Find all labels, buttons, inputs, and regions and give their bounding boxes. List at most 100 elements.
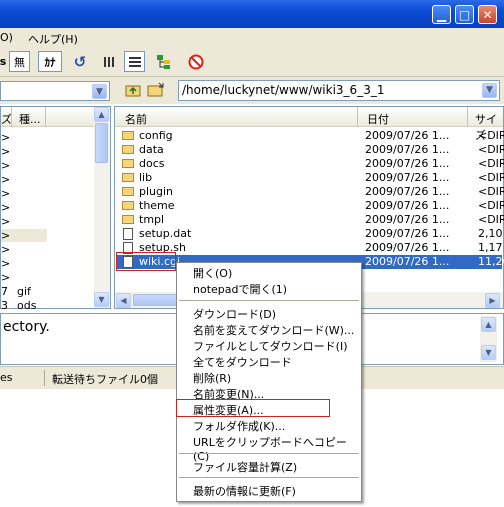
folder-icon [122, 173, 134, 182]
menu-download-all[interactable]: 全てをダウンロード [193, 354, 292, 370]
folder-icon [122, 159, 134, 168]
title-bar [0, 0, 504, 28]
menu-file-download[interactable]: ファイルとしてダウンロード(I) [193, 338, 348, 354]
local-row-size[interactable]: > [1, 145, 10, 158]
list-item[interactable]: config 2009/07/26 1... <DIR> [120, 129, 504, 143]
scroll-down-arrow-icon[interactable]: ▼ [94, 292, 109, 307]
attr-highlight-box [176, 399, 330, 417]
folder-icon [122, 215, 134, 224]
list-item[interactable]: tmpl 2009/07/26 1... <DIR> [120, 213, 504, 227]
folder-icon [122, 131, 134, 140]
list-item[interactable]: theme 2009/07/26 1... <DIR> [120, 199, 504, 213]
col-name[interactable]: 名前 [125, 111, 147, 127]
scroll-thumb[interactable] [95, 123, 108, 163]
list-item-date: 2009/07/26 1... [365, 255, 450, 268]
refresh-icon[interactable]: ↺ [72, 51, 88, 72]
toolbar: s 無 ｶﾅ ↺ [0, 48, 504, 77]
local-col-type[interactable]: 種... [19, 111, 41, 127]
menu-rename-download[interactable]: 名前を変えてダウンロード(W)... [193, 322, 354, 338]
local-path-combo[interactable]: ▼ [0, 81, 110, 101]
local-row-size[interactable]: > [1, 131, 10, 144]
list-item[interactable]: data 2009/07/26 1... <DIR> [120, 143, 504, 157]
chevron-down-icon[interactable]: ▼ [482, 83, 497, 98]
wiki-cgi-highlight-box [116, 252, 176, 271]
list-item-name: setup.dat [139, 227, 192, 240]
local-row-size[interactable]: > [1, 215, 10, 228]
menu-open[interactable]: 開く(O) [193, 265, 232, 281]
stop-icon[interactable] [187, 51, 205, 72]
list-item[interactable]: setup.sh 2009/07/26 1... 1,17 [120, 241, 503, 255]
menu-make-folder[interactable]: フォルダ作成(K)... [193, 418, 285, 434]
local-row-size[interactable]: > [1, 257, 10, 270]
list-item-date: 2009/07/26 1... [365, 157, 450, 170]
list-item[interactable]: docs 2009/07/26 1... <DIR> [120, 157, 504, 171]
kana-button[interactable]: ｶﾅ [38, 51, 62, 72]
folder-up-icon[interactable] [125, 82, 141, 98]
list-item-size: <DIR> [478, 129, 504, 142]
list-item-size: <DIR> [478, 185, 504, 198]
list-item-date: 2009/07/26 1... [365, 185, 450, 198]
scroll-up-arrow-icon[interactable]: ▲ [481, 317, 496, 332]
toolbar-edge-button[interactable]: s [0, 51, 6, 72]
local-row-size[interactable]: 3 [1, 299, 8, 312]
list-item[interactable]: lib 2009/07/26 1... <DIR> [120, 171, 504, 185]
list-item-name: tmpl [139, 213, 165, 226]
list-view-icon[interactable] [102, 51, 118, 72]
menu-calc-size[interactable]: ファイル容量計算(Z) [193, 459, 297, 475]
menu-open-notepad[interactable]: notepadで開く(1) [193, 281, 287, 297]
list-item-size: 2,10 [478, 227, 503, 240]
list-item-size: 11,26 [478, 255, 504, 268]
local-row-type[interactable]: gif [17, 285, 31, 298]
list-item-size: <DIR> [478, 157, 504, 170]
maximize-button[interactable]: □ [455, 5, 474, 24]
no-convert-button[interactable]: 無 [9, 51, 30, 72]
log-text: ectory. [3, 319, 50, 335]
local-row-size[interactable]: > [1, 243, 10, 256]
local-row-type[interactable]: ods [17, 299, 36, 312]
file-icon [123, 228, 133, 240]
local-row-size[interactable]: > [1, 159, 10, 172]
local-row-size[interactable]: > [1, 201, 10, 214]
scroll-left-arrow-icon[interactable]: ◀ [116, 293, 131, 308]
scroll-right-arrow-icon[interactable]: ▶ [485, 293, 500, 308]
menu-refresh[interactable]: 最新の情報に更新(F) [193, 483, 296, 499]
folder-icon [122, 145, 134, 154]
details-view-icon[interactable] [124, 51, 145, 72]
list-item-date: 2009/07/26 1... [365, 143, 450, 156]
list-item-name: lib [139, 171, 153, 184]
list-item[interactable]: plugin 2009/07/26 1... <DIR> [120, 185, 504, 199]
scroll-up-arrow-icon[interactable]: ▲ [94, 107, 109, 122]
minimize-button[interactable]: ▁ [432, 5, 451, 24]
list-item-size: 1,17 [478, 241, 503, 254]
remote-path-combo[interactable]: /home/luckynet/www/wiki3_6_3_1 ▼ [178, 80, 500, 101]
local-row-size[interactable]: > [1, 271, 10, 284]
list-item-date: 2009/07/26 1... [365, 129, 450, 142]
list-item-name: docs [139, 157, 165, 170]
list-item-size: <DIR> [478, 213, 504, 226]
local-file-pane[interactable]: ズ 種... > > > > > > > > > > >7 gif 3 ods ▲ ▼ [0, 106, 111, 312]
local-row-size[interactable]: > [1, 173, 10, 186]
menu-partial[interactable]: O) [0, 31, 13, 44]
local-row-size[interactable]: 7 [1, 285, 8, 298]
scroll-down-arrow-icon[interactable]: ▼ [481, 345, 496, 360]
menu-download[interactable]: ダウンロード(D) [193, 306, 276, 322]
list-item-name: theme [139, 199, 175, 212]
list-item-name: config [139, 129, 173, 142]
folder-icon [122, 187, 134, 196]
log-scrollbar[interactable]: ▲ ▼ [480, 316, 497, 362]
menu-delete[interactable]: 削除(R) [193, 370, 231, 386]
close-button[interactable]: ✕ [478, 5, 497, 24]
open-folder-icon[interactable] [147, 82, 165, 98]
tree-icon[interactable] [155, 51, 173, 72]
list-item[interactable]: setup.dat 2009/07/26 1... 2,10 [120, 227, 503, 241]
local-row-size[interactable]: > [1, 229, 10, 242]
local-row-size[interactable]: > [1, 187, 10, 200]
chevron-down-icon[interactable]: ▼ [92, 84, 107, 99]
list-item-date: 2009/07/26 1... [365, 227, 450, 240]
local-vertical-scrollbar[interactable]: ▲ ▼ [94, 107, 110, 308]
list-item-date: 2009/07/26 1... [365, 199, 450, 212]
remote-path-value: /home/luckynet/www/wiki3_6_3_1 [182, 83, 385, 97]
list-item-date: 2009/07/26 1... [365, 241, 450, 254]
col-date[interactable]: 日付 [367, 111, 389, 127]
menu-help[interactable]: ヘルプ(H) [28, 31, 78, 47]
